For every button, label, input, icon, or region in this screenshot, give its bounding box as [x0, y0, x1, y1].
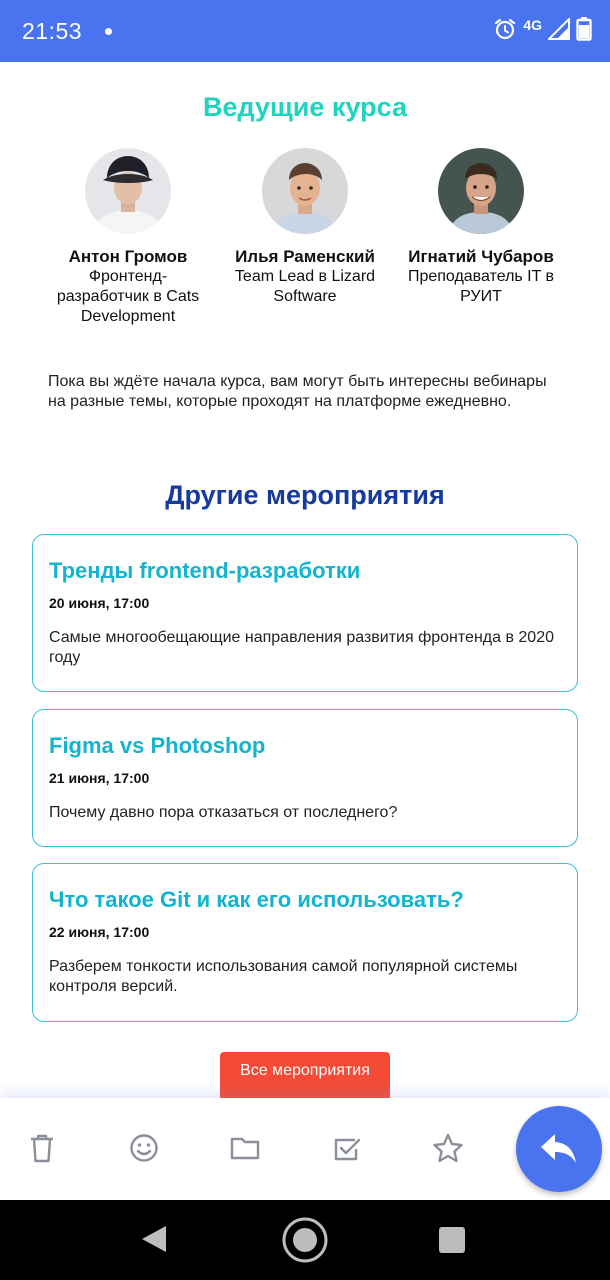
event-date: 20 июня, 17:00: [49, 595, 150, 611]
event-card[interactable]: Figma vs Photoshop 21 июня, 17:00 Почему…: [32, 709, 578, 847]
smiley-icon[interactable]: [126, 1130, 162, 1166]
speaker-name: Игнатий Чубаров: [408, 247, 554, 266]
events-title: Другие мероприятия: [165, 480, 445, 510]
event-card[interactable]: Что такое Git и как его использовать? 22…: [32, 863, 578, 1022]
speakers-title: Ведущие курса: [203, 92, 407, 122]
speaker-role: Фронтенд-разработчик в Cats Development: [56, 268, 200, 325]
event-date: 21 июня, 17:00: [49, 770, 150, 786]
signal-icon: [548, 18, 570, 40]
intro-text: Пока вы ждёте начала курса, вам могут бы…: [48, 373, 547, 410]
event-title: Что такое Git и как его использовать?: [49, 887, 464, 912]
status-icons: 4G: [493, 17, 592, 41]
all-events-button[interactable]: Все мероприятия: [220, 1052, 390, 1098]
status-bar: 21:53 4G: [0, 0, 610, 62]
battery-icon: [576, 17, 592, 41]
network-type: 4G: [523, 17, 542, 33]
home-icon[interactable]: [280, 1215, 330, 1265]
reply-icon: [541, 1134, 576, 1163]
event-title: Figma vs Photoshop: [49, 733, 266, 758]
status-time: 21:53: [22, 18, 83, 44]
speaker-card: Илья Раменский Team Lead в Lizard Softwa…: [220, 148, 390, 307]
speaker-name: Илья Раменский: [235, 247, 375, 266]
folder-icon[interactable]: [227, 1130, 263, 1166]
avatar: [85, 148, 171, 234]
recents-icon[interactable]: [438, 1226, 466, 1254]
trash-icon[interactable]: [24, 1130, 60, 1166]
star-icon[interactable]: [430, 1130, 466, 1166]
event-description: Самые многообещающие направления развити…: [49, 629, 554, 666]
speaker-role: Team Lead в Lizard Software: [234, 268, 376, 305]
event-title: Тренды frontend-разработки: [49, 558, 361, 583]
notification-dot-icon: [105, 28, 112, 35]
system-nav-bar: [0, 1200, 610, 1280]
back-icon[interactable]: [140, 1224, 168, 1254]
mark-done-icon[interactable]: [329, 1130, 365, 1166]
event-date: 22 июня, 17:00: [49, 924, 150, 940]
reply-button[interactable]: [516, 1106, 602, 1192]
email-content[interactable]: Ведущие курса Антон Громов Фронтенд-разр…: [0, 62, 610, 1098]
event-card[interactable]: Тренды frontend-разработки 20 июня, 17:0…: [32, 534, 578, 692]
event-description: Почему давно пора отказаться от последне…: [49, 804, 398, 821]
event-description: Разберем тонкости использования самой по…: [49, 958, 518, 995]
speaker-card: Игнатий Чубаров Преподаватель IT в РУИТ: [396, 148, 566, 307]
speaker-card: Антон Громов Фронтенд-разработчик в Cats…: [43, 148, 213, 327]
speaker-role: Преподаватель IT в РУИТ: [407, 268, 555, 305]
avatar: [438, 148, 524, 234]
alarm-icon: [495, 18, 516, 40]
avatar: [262, 148, 348, 234]
speaker-name: Антон Громов: [68, 247, 188, 266]
